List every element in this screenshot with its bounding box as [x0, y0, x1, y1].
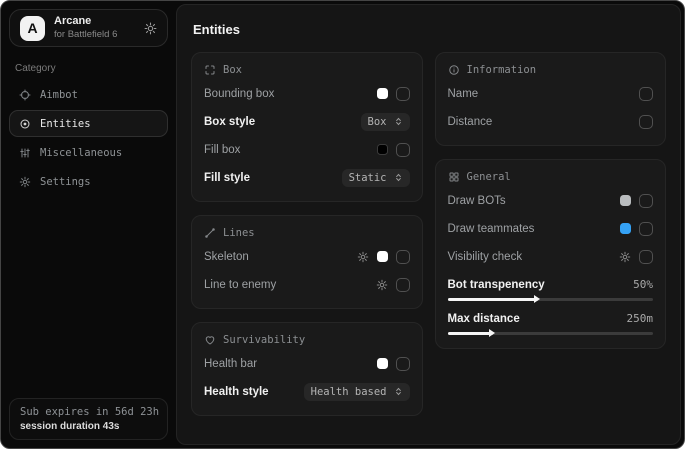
box-corners-icon [204, 64, 216, 76]
sidebar-item-aimbot[interactable]: Aimbot [9, 81, 168, 108]
app-logo-card: A Arcane for Battlefield 6 [9, 9, 168, 47]
session-duration-text: session duration 43s [20, 421, 157, 432]
health-bar-checkbox[interactable] [396, 357, 410, 371]
sidebar-item-label: Settings [40, 176, 91, 188]
sidebar-item-entities[interactable]: Entities [9, 110, 168, 137]
chevron-up-down-icon [394, 386, 403, 397]
setting-row-fill-style: Fill style Static [204, 167, 410, 188]
draw-bots-checkbox[interactable] [639, 194, 653, 208]
app-title: Arcane [54, 15, 117, 29]
chevron-up-down-icon [394, 116, 403, 127]
bounding-box-checkbox[interactable] [396, 87, 410, 101]
main-content: Entities Box Bounding box [176, 4, 681, 445]
setting-row-health-style: Health style Health based [204, 381, 410, 402]
sidebar: A Arcane for Battlefield 6 Category Aimb… [1, 1, 176, 448]
gear-icon [19, 176, 31, 188]
setting-row-visibility-check: Visibility check [448, 246, 654, 267]
panel-box: Box Bounding box Box style Box [191, 52, 423, 202]
setting-row-name: Name [448, 83, 654, 104]
panel-box-header: Box [204, 64, 410, 76]
right-column: Information Name Distance [435, 52, 667, 349]
panel-general: General Draw BOTs Draw teammates [435, 159, 667, 349]
draw-teammates-checkbox[interactable] [639, 222, 653, 236]
panel-survivability: Survivability Health bar Health style He… [191, 322, 423, 416]
panel-header-label: General [467, 171, 511, 183]
app-logo: A [20, 16, 45, 41]
setting-row-bounding-box: Bounding box [204, 83, 410, 104]
color-swatch[interactable] [377, 358, 388, 369]
entities-icon [19, 118, 31, 130]
dropdown-value: Health based [311, 386, 387, 398]
max-distance-setting: Max distance 250m [448, 312, 654, 335]
grid-icon [448, 171, 460, 183]
heart-icon [204, 334, 216, 346]
category-label: Category [15, 63, 162, 74]
setting-row-box-style: Box style Box [204, 111, 410, 132]
app-subtitle: for Battlefield 6 [54, 29, 117, 41]
fill-style-dropdown[interactable]: Static [342, 169, 410, 187]
sub-expiry-text: Sub expires in 56d 23h [20, 406, 157, 418]
dropdown-value: Static [349, 172, 387, 184]
line-to-enemy-checkbox[interactable] [396, 278, 410, 292]
bot-transparency-value: 50% [633, 278, 653, 291]
sidebar-item-label: Aimbot [40, 89, 78, 101]
sliders-icon [19, 147, 31, 159]
color-swatch[interactable] [620, 223, 631, 234]
setting-row-skeleton: Skeleton [204, 246, 410, 267]
distance-checkbox[interactable] [639, 115, 653, 129]
sidebar-item-label: Entities [40, 118, 91, 130]
page-title: Entities [193, 22, 664, 37]
max-distance-value: 250m [627, 312, 654, 325]
line-to-enemy-config-gear-icon[interactable] [376, 279, 388, 291]
bot-transparency-slider[interactable] [448, 298, 654, 301]
setting-row-fill-box: Fill box [204, 139, 410, 160]
setting-row-draw-teammates: Draw teammates [448, 218, 654, 239]
sidebar-item-settings[interactable]: Settings [9, 168, 168, 195]
crosshair-icon [19, 89, 31, 101]
panel-survivability-header: Survivability [204, 334, 410, 346]
fill-box-checkbox[interactable] [396, 143, 410, 157]
color-swatch[interactable] [377, 251, 388, 262]
info-icon [448, 64, 460, 76]
subscription-card: Sub expires in 56d 23h session duration … [9, 398, 168, 440]
dropdown-value: Box [368, 116, 387, 128]
panel-lines-header: Lines [204, 227, 410, 239]
max-distance-slider[interactable] [448, 332, 654, 335]
panel-header-label: Information [467, 64, 537, 76]
visibility-config-gear-icon[interactable] [619, 251, 631, 263]
setting-row-draw-bots: Draw BOTs [448, 190, 654, 211]
color-swatch[interactable] [377, 144, 388, 155]
panel-information: Information Name Distance [435, 52, 667, 146]
diagonal-line-icon [204, 227, 216, 239]
left-column: Box Bounding box Box style Box [191, 52, 423, 416]
sidebar-item-label: Miscellaneous [40, 147, 122, 159]
health-style-dropdown[interactable]: Health based [304, 383, 410, 401]
name-checkbox[interactable] [639, 87, 653, 101]
visibility-check-checkbox[interactable] [639, 250, 653, 264]
setting-row-health-bar: Health bar [204, 353, 410, 374]
app-window: A Arcane for Battlefield 6 Category Aimb… [0, 0, 685, 449]
skeleton-config-gear-icon[interactable] [357, 251, 369, 263]
color-swatch[interactable] [620, 195, 631, 206]
panel-lines: Lines Skeleton Line to enemy [191, 215, 423, 309]
panel-header-label: Lines [223, 227, 255, 239]
setting-row-line-to-enemy: Line to enemy [204, 274, 410, 295]
bot-transparency-setting: Bot transpenency 50% [448, 278, 654, 301]
panel-header-label: Box [223, 64, 242, 76]
color-swatch[interactable] [377, 88, 388, 99]
box-style-dropdown[interactable]: Box [361, 113, 410, 131]
panel-information-header: Information [448, 64, 654, 76]
slider-thumb-arrow[interactable] [489, 329, 495, 337]
panel-general-header: General [448, 171, 654, 183]
settings-gear-icon[interactable] [144, 22, 157, 35]
skeleton-checkbox[interactable] [396, 250, 410, 264]
setting-row-distance: Distance [448, 111, 654, 132]
sidebar-item-miscellaneous[interactable]: Miscellaneous [9, 139, 168, 166]
panel-header-label: Survivability [223, 334, 305, 346]
slider-thumb-arrow[interactable] [534, 295, 540, 303]
app-identity: Arcane for Battlefield 6 [54, 15, 117, 41]
chevron-up-down-icon [394, 172, 403, 183]
